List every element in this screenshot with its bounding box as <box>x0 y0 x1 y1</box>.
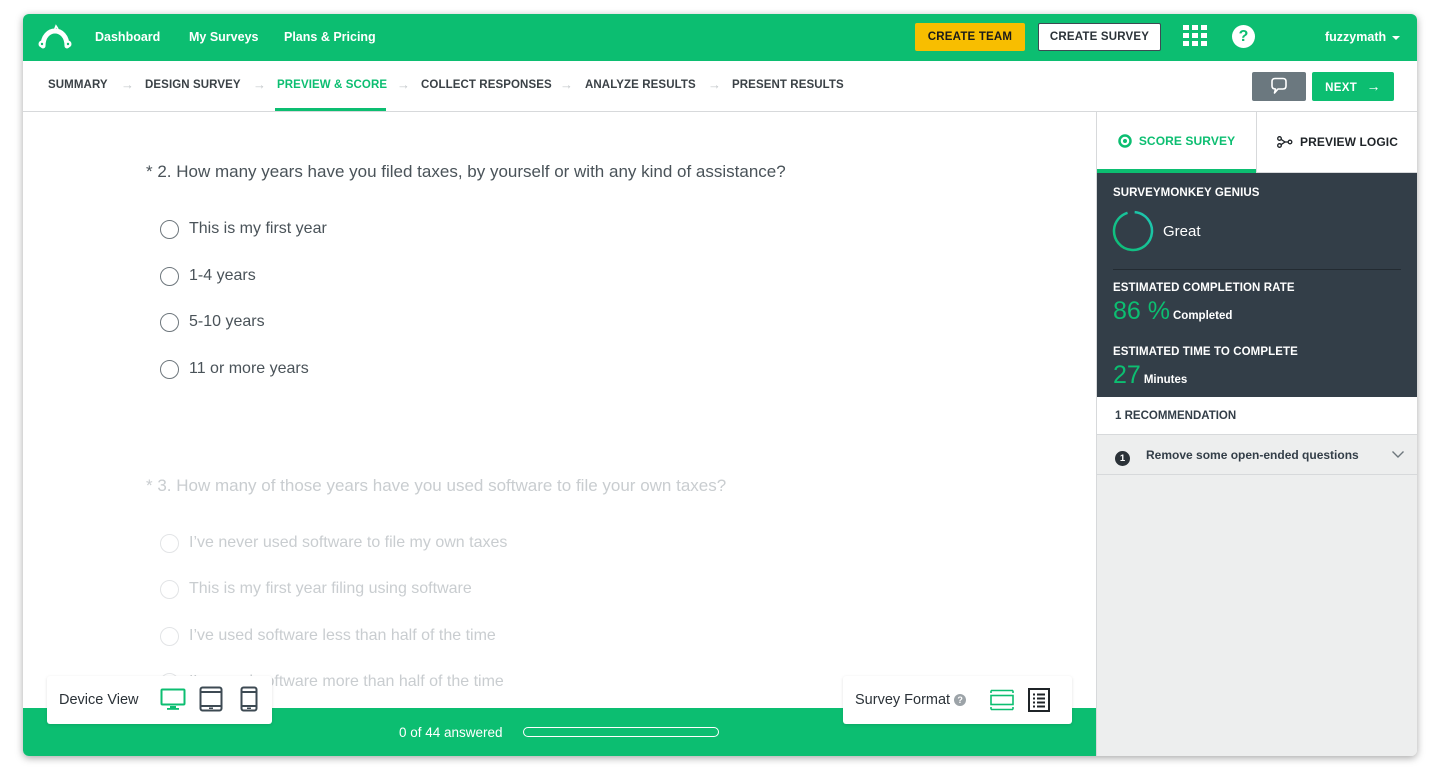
arrow-right-icon: → <box>397 77 410 92</box>
genius-rating: Great <box>1163 223 1201 240</box>
surveymonkey-logo-icon[interactable] <box>37 24 73 50</box>
radio-button[interactable] <box>160 266 179 286</box>
option-radio[interactable]: This is my first year <box>160 218 327 240</box>
radio-button[interactable] <box>160 533 179 553</box>
question-3-title: * 3. How many of those years have you us… <box>146 476 727 495</box>
step-collect-responses[interactable]: COLLECT RESPONSES <box>421 79 552 91</box>
completion-rate-value-row: 86 % Completed <box>1113 297 1232 326</box>
radio-button[interactable] <box>160 626 179 646</box>
arrow-right-icon: → <box>253 77 266 92</box>
recommendation-number: 1 <box>1115 451 1130 466</box>
option-radio[interactable]: I’ve used software less than half of the… <box>160 625 496 647</box>
divider <box>1113 269 1401 270</box>
question-2-title: * 2. How many years have you filed taxes… <box>146 162 786 181</box>
option-radio[interactable]: This is my first year filing using softw… <box>160 578 472 600</box>
caret-down-icon <box>1392 35 1401 40</box>
option-label: I’ve used software less than half of the… <box>189 627 496 644</box>
create-survey-button[interactable]: CREATE SURVEY <box>1038 23 1161 51</box>
genius-title: SURVEYMONKEY GENIUS <box>1113 187 1260 199</box>
apps-grid-icon[interactable] <box>1183 25 1207 47</box>
recommendations-header: 1 RECOMMENDATION <box>1097 397 1417 435</box>
arrow-right-icon: → <box>560 77 573 92</box>
tab-label: PREVIEW LOGIC <box>1300 135 1398 149</box>
step-summary[interactable]: SUMMARY <box>48 79 108 91</box>
logic-branch-icon <box>1277 136 1293 148</box>
radio-button[interactable] <box>160 312 179 332</box>
step-design-survey[interactable]: DESIGN SURVEY <box>145 79 241 91</box>
option-radio[interactable]: 5-10 years <box>160 311 265 333</box>
option-label: This is my first year <box>189 220 327 237</box>
option-label: This is my first year filing using softw… <box>189 580 472 597</box>
nav-dashboard[interactable]: Dashboard <box>95 30 160 44</box>
chevron-down-icon[interactable] <box>1391 447 1405 461</box>
genius-panel: SURVEYMONKEY GENIUS Great ESTIMATED COMP… <box>1097 173 1417 397</box>
device-view-panel: Device View <box>47 676 272 724</box>
step-preview-score[interactable]: PREVIEW & SCORE <box>277 79 387 91</box>
one-question-format-icon[interactable] <box>990 689 1014 711</box>
genius-score-ring <box>1112 210 1154 252</box>
radio-button[interactable] <box>160 219 179 239</box>
arrow-right-icon: → <box>1366 78 1381 94</box>
create-team-button[interactable]: CREATE TEAM <box>915 23 1025 51</box>
step-analyze-results[interactable]: ANALYZE RESULTS <box>585 79 696 91</box>
nav-my-surveys[interactable]: My Surveys <box>189 30 258 44</box>
info-icon[interactable]: ? <box>954 694 967 706</box>
completion-rate-value: 86 % <box>1113 297 1170 325</box>
app-window: Dashboard My Surveys Plans & Pricing CRE… <box>23 14 1417 756</box>
recommendation-item[interactable]: 1 Remove some open-ended questions <box>1097 435 1417 475</box>
phone-icon[interactable] <box>240 686 258 712</box>
help-icon[interactable]: ? <box>1232 25 1255 48</box>
option-radio[interactable]: 11 or more years <box>160 358 309 380</box>
radio-button[interactable] <box>160 579 179 599</box>
completion-rate-title: ESTIMATED COMPLETION RATE <box>1113 282 1295 294</box>
survey-format-panel: Survey Format? <box>843 676 1072 724</box>
device-view-label: Device View <box>59 692 139 708</box>
user-menu[interactable]: fuzzymath <box>1325 30 1401 44</box>
tab-preview-logic[interactable]: PREVIEW LOGIC <box>1256 112 1417 173</box>
time-to-complete-value: 27 <box>1113 361 1141 389</box>
radio-button[interactable] <box>160 359 179 379</box>
step-present-results[interactable]: PRESENT RESULTS <box>732 79 844 91</box>
username: fuzzymath <box>1325 30 1387 44</box>
recommendation-text: Remove some open-ended questions <box>1146 448 1359 462</box>
top-nav: Dashboard My Surveys Plans & Pricing CRE… <box>23 14 1417 61</box>
next-label: NEXT <box>1325 82 1358 94</box>
time-to-complete-title: ESTIMATED TIME TO COMPLETE <box>1113 346 1298 358</box>
steps-bar: SUMMARY → DESIGN SURVEY → PREVIEW & SCOR… <box>23 61 1417 112</box>
feedback-button[interactable] <box>1252 72 1306 101</box>
desktop-icon[interactable] <box>160 688 186 712</box>
option-label: 5-10 years <box>189 313 265 330</box>
option-label: 1-4 years <box>189 267 256 284</box>
option-radio[interactable]: 1-4 years <box>160 265 256 287</box>
option-label: I’ve never used software to file my own … <box>189 534 508 551</box>
option-radio[interactable]: I’ve never used software to file my own … <box>160 532 507 554</box>
speech-bubble-icon <box>1271 77 1287 94</box>
score-ring-icon <box>1118 133 1132 148</box>
arrow-right-icon: → <box>708 77 721 92</box>
progress-label: 0 of 44 answered <box>399 725 503 740</box>
tab-score-survey[interactable]: SCORE SURVEY <box>1097 112 1256 173</box>
next-button[interactable]: NEXT → <box>1312 72 1394 101</box>
survey-format-text: Survey Format <box>855 692 951 708</box>
time-to-complete-unit: Minutes <box>1143 374 1188 386</box>
completion-rate-unit: Completed <box>1172 310 1233 322</box>
time-to-complete-value-row: 27 Minutes <box>1113 361 1187 390</box>
score-side-panel: SCORE SURVEY PREVIEW LOGIC SURVEYMONKEY … <box>1096 112 1417 756</box>
survey-preview: * 2. How many years have you filed taxes… <box>23 112 1096 756</box>
option-label: 11 or more years <box>189 360 309 377</box>
classic-format-icon[interactable] <box>1028 688 1050 712</box>
arrow-right-icon: → <box>121 77 134 92</box>
survey-format-label: Survey Format? <box>855 692 967 708</box>
nav-plans-pricing[interactable]: Plans & Pricing <box>284 30 376 44</box>
tab-label: SCORE SURVEY <box>1138 133 1236 148</box>
progress-track <box>523 727 719 737</box>
tablet-icon[interactable] <box>199 686 223 712</box>
active-step-indicator <box>275 108 386 111</box>
